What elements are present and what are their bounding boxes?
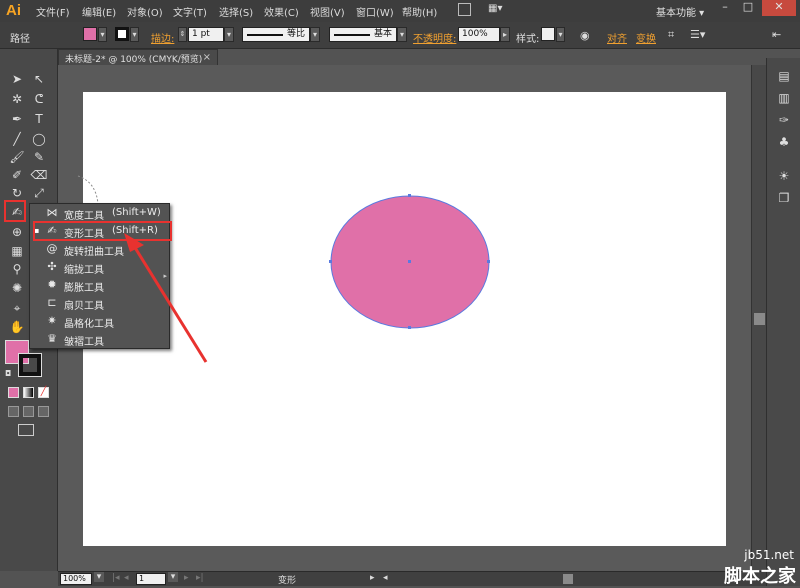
annotation-arrow-head xyxy=(124,233,144,252)
watermark-site: 脚本之家 xyxy=(724,566,796,587)
annotation-arrow-shaft xyxy=(132,245,208,363)
annotation-layer xyxy=(124,233,208,363)
watermark-url: jb51.net xyxy=(744,548,794,562)
